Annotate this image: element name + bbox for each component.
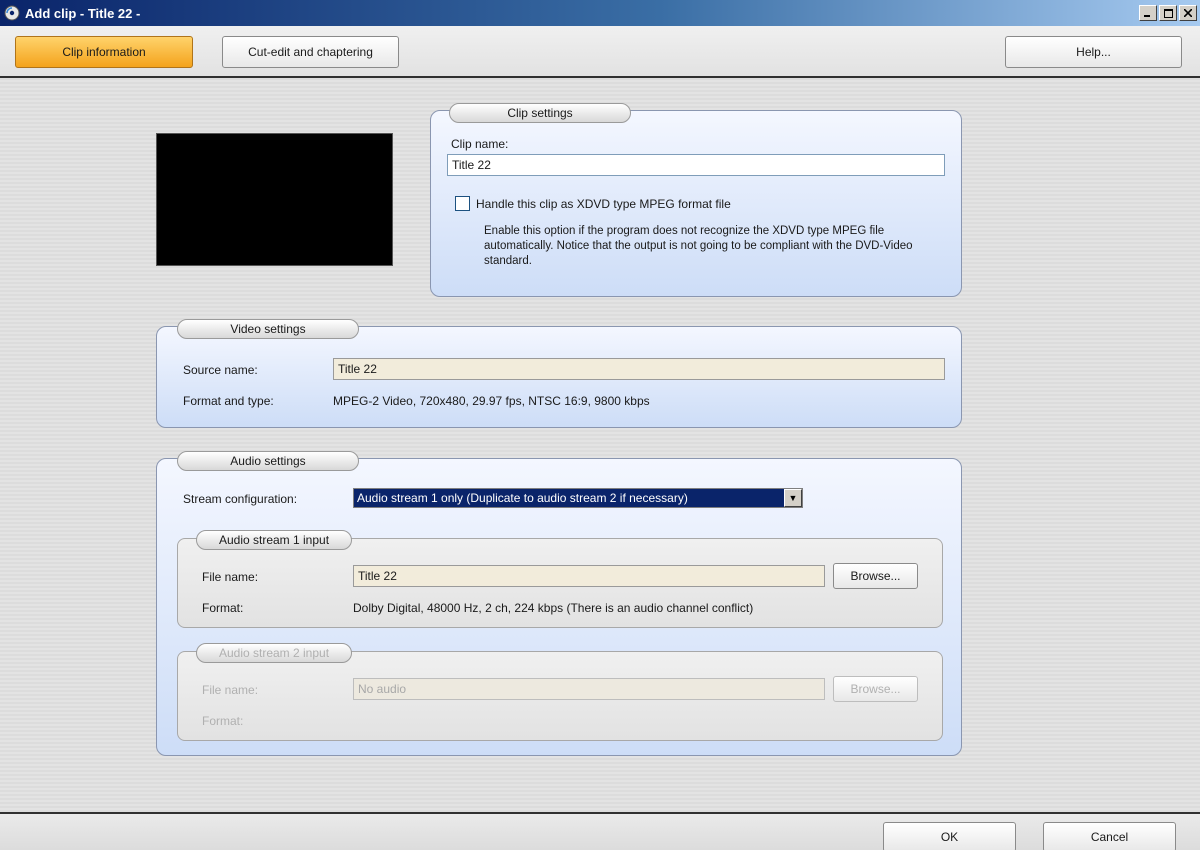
stream1-format-value: Dolby Digital, 48000 Hz, 2 ch, 224 kbps … xyxy=(353,601,754,615)
footer: OK Cancel xyxy=(0,812,1200,850)
stream-config-value: Audio stream 1 only (Duplicate to audio … xyxy=(357,491,688,505)
video-preview xyxy=(156,133,393,266)
format-type-label: Format and type: xyxy=(183,394,274,408)
stream1-format-label: Format: xyxy=(202,601,244,615)
window-title: Add clip - Title 22 - xyxy=(25,5,141,21)
video-settings-title: Video settings xyxy=(177,319,359,339)
clip-settings-title: Clip settings xyxy=(449,103,631,123)
stream-config-select[interactable]: Audio stream 1 only (Duplicate to audio … xyxy=(353,488,803,508)
stream2-browse-button: Browse... xyxy=(833,676,918,702)
help-button[interactable]: Help... xyxy=(1005,36,1182,68)
stream1-file-name-label: File name: xyxy=(202,570,259,584)
xdvd-description: Enable this option if the program does n… xyxy=(484,225,913,267)
ok-button[interactable]: OK xyxy=(883,822,1016,850)
audio-stream2-title: Audio stream 2 input xyxy=(196,643,352,663)
audio-stream1-group: Audio stream 1 input File name: Title 22… xyxy=(177,530,943,628)
format-type-value: MPEG-2 Video, 720x480, 29.97 fps, NTSC 1… xyxy=(333,394,650,408)
cancel-button[interactable]: Cancel xyxy=(1043,822,1176,850)
stream-config-label: Stream configuration: xyxy=(183,492,298,506)
video-settings-panel: Video settings Source name: Title 22 For… xyxy=(156,319,962,428)
stream2-format-label: Format: xyxy=(202,714,244,728)
toolbar: Clip information Cut-edit and chaptering… xyxy=(0,26,1200,78)
dvd-app-icon xyxy=(3,4,21,22)
stream1-browse-button[interactable]: Browse... xyxy=(833,563,918,589)
title-bar: Add clip - Title 22 - xyxy=(0,0,1200,26)
minimize-icon[interactable] xyxy=(1139,5,1157,21)
clip-name-label: Clip name: xyxy=(451,137,509,151)
xdvd-checkbox-label[interactable]: Handle this clip as XDVD type MPEG forma… xyxy=(476,197,731,211)
stream2-file-name-field: No audio xyxy=(353,678,825,700)
tab-clip-information[interactable]: Clip information xyxy=(15,36,193,68)
clip-settings-panel: Clip settings Clip name: Title 22 Handle… xyxy=(430,103,962,297)
source-name-field: Title 22 xyxy=(333,358,945,380)
dropdown-arrow-icon[interactable]: ▼ xyxy=(784,489,802,507)
maximize-icon[interactable] xyxy=(1159,5,1177,21)
audio-settings-title: Audio settings xyxy=(177,451,359,471)
stream2-file-name-label: File name: xyxy=(202,683,259,697)
audio-stream1-title: Audio stream 1 input xyxy=(196,530,352,550)
source-name-label: Source name: xyxy=(183,363,258,377)
clip-name-input[interactable]: Title 22 xyxy=(447,154,945,176)
audio-settings-panel: Audio settings Stream configuration: Aud… xyxy=(156,451,962,756)
close-icon[interactable] xyxy=(1179,5,1197,21)
main-content: Clip settings Clip name: Title 22 Handle… xyxy=(0,78,1200,812)
xdvd-checkbox[interactable] xyxy=(455,196,470,211)
audio-stream2-group: Audio stream 2 input File name: No audio… xyxy=(177,643,943,741)
tab-cut-edit-chaptering[interactable]: Cut-edit and chaptering xyxy=(222,36,399,68)
stream1-file-name-field: Title 22 xyxy=(353,565,825,587)
